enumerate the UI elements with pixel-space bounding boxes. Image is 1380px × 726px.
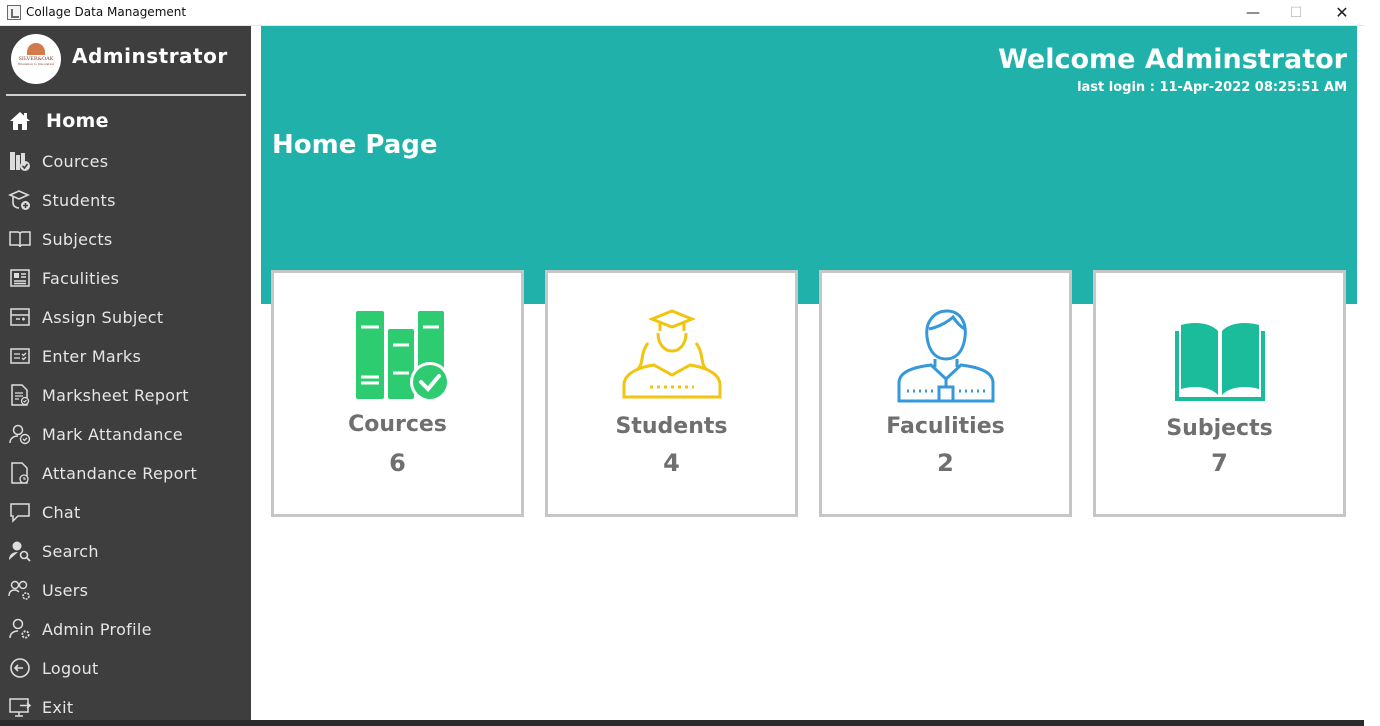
sidebar-item-faculities[interactable]: Faculities <box>0 260 251 296</box>
users-gear-icon <box>8 578 32 602</box>
sidebar-item-label: Home <box>46 110 109 132</box>
card-cources[interactable]: Cources 6 <box>271 270 524 517</box>
page-title: Home Page <box>272 130 438 160</box>
sidebar-item-label: Students <box>42 190 116 210</box>
card-label: Subjects <box>1166 416 1273 441</box>
sidebar-item-home[interactable]: Home <box>0 103 251 139</box>
window-titlebar: Collage Data Management — ☐ ✕ <box>0 0 1364 26</box>
card-label: Faculities <box>886 414 1005 439</box>
close-button[interactable]: ✕ <box>1319 0 1365 26</box>
last-login-text: last login : 11-Apr-2022 08:25:51 AM <box>1077 80 1347 95</box>
window-title: Collage Data Management <box>26 5 187 19</box>
sidebar-item-cources[interactable]: Cources <box>0 143 251 179</box>
welcome-text: Welcome Adminstrator <box>998 44 1347 75</box>
app-icon <box>7 5 21 20</box>
chat-icon <box>8 500 32 524</box>
sidebar-item-label: Cources <box>42 151 109 171</box>
sidebar-divider <box>6 94 246 96</box>
open-book-icon <box>1096 319 1343 403</box>
sidebar-item-attandance-report[interactable]: Attandance Report <box>0 455 251 491</box>
sidebar-item-marksheet-report[interactable]: Marksheet Report <box>0 377 251 413</box>
report-icon <box>8 383 32 407</box>
card-count: 2 <box>937 449 954 477</box>
header-banner: Welcome Adminstrator last login : 11-Apr… <box>261 26 1357 304</box>
sidebar-item-label: Search <box>42 541 99 561</box>
checklist-icon <box>8 344 32 368</box>
sidebar-item-label: Faculities <box>42 268 120 288</box>
card-faculities[interactable]: Faculities 2 <box>819 270 1072 517</box>
sidebar-title: Adminstrator <box>72 44 228 68</box>
user-search-icon <box>8 539 32 563</box>
sidebar-item-search[interactable]: Search <box>0 533 251 569</box>
card-subjects[interactable]: Subjects 7 <box>1093 270 1346 517</box>
student-add-icon <box>8 188 32 212</box>
logo-emblem <box>27 43 45 55</box>
card-count: 7 <box>1211 449 1228 477</box>
sidebar-item-logout[interactable]: Logout <box>0 650 251 686</box>
college-logo: SILVER&OAK Education to Innovation <box>11 34 61 84</box>
document-clock-icon <box>8 461 32 485</box>
open-book-icon <box>8 227 32 251</box>
logo-tagline: Education to Innovation <box>17 62 55 66</box>
user-check-icon <box>8 422 32 446</box>
sidebar-item-label: Assign Subject <box>42 307 164 327</box>
faculty-icon <box>822 307 1069 405</box>
sidebar-item-label: Attandance Report <box>42 463 198 483</box>
sidebar-item-label: Users <box>42 580 89 600</box>
sidebar-item-label: Marksheet Report <box>42 385 189 405</box>
sidebar-item-subjects[interactable]: Subjects <box>0 221 251 257</box>
card-label: Students <box>615 414 728 439</box>
sidebar-item-chat[interactable]: Chat <box>0 494 251 530</box>
sidebar-item-mark-attandance[interactable]: Mark Attandance <box>0 416 251 452</box>
card-label: Cources <box>348 412 447 437</box>
id-card-icon <box>8 266 32 290</box>
sidebar-item-users[interactable]: Users <box>0 572 251 608</box>
card-count: 4 <box>663 449 680 477</box>
exit-icon <box>8 695 32 719</box>
sidebar-item-label: Chat <box>42 502 81 522</box>
sidebar-item-assign-subject[interactable]: Assign Subject <box>0 299 251 335</box>
sidebar-item-admin-profile[interactable]: Admin Profile <box>0 611 251 647</box>
sidebar-item-enter-marks[interactable]: Enter Marks <box>0 338 251 374</box>
sidebar-item-label: Mark Attandance <box>42 424 183 444</box>
graduates-icon <box>548 309 795 399</box>
sidebar-item-label: Logout <box>42 658 99 678</box>
sidebar-item-label: Subjects <box>42 229 113 249</box>
maximize-button[interactable]: ☐ <box>1273 0 1319 26</box>
card-students[interactable]: Students 4 <box>545 270 798 517</box>
home-icon <box>8 109 32 133</box>
sidebar-item-students[interactable]: Students <box>0 182 251 218</box>
user-gear-icon <box>8 617 32 641</box>
sidebar-item-label: Enter Marks <box>42 346 142 366</box>
sidebar-item-label: Admin Profile <box>42 619 152 639</box>
assign-icon <box>8 305 32 329</box>
books-check-icon <box>8 149 32 173</box>
sidebar-item-label: Exit <box>42 697 74 717</box>
card-count: 6 <box>389 449 406 477</box>
taskbar-strip <box>0 720 1364 726</box>
logout-icon <box>8 656 32 680</box>
books-check-icon <box>274 309 521 403</box>
minimize-button[interactable]: — <box>1230 0 1276 26</box>
sidebar: SILVER&OAK Education to Innovation Admin… <box>0 26 251 722</box>
